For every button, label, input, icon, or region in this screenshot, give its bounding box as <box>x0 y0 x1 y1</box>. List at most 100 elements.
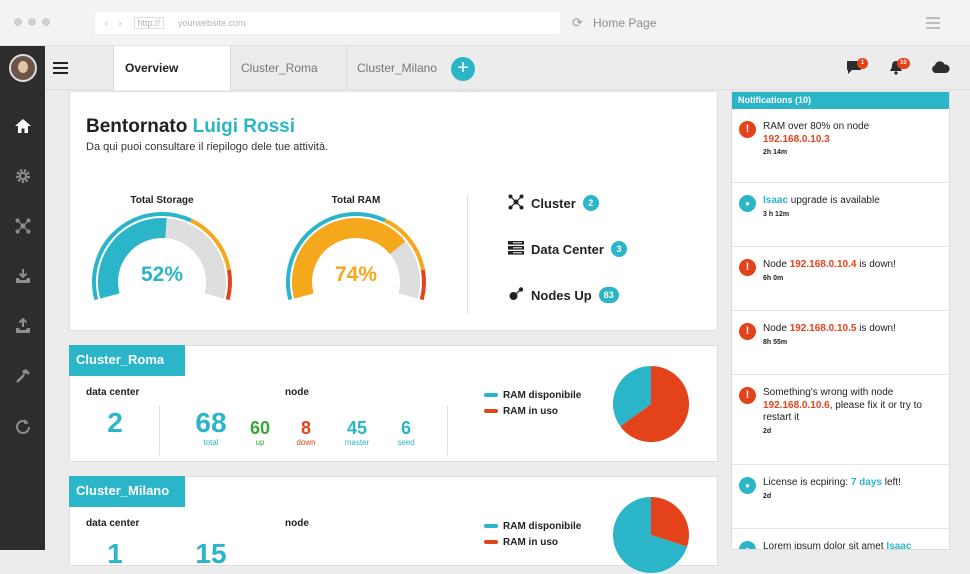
alert-icon: ! <box>739 323 756 340</box>
avatar[interactable] <box>9 54 37 82</box>
notifications-panel: Notifications (10) ! RAM over 80% on node… <box>731 91 950 550</box>
stat-cluster[interactable]: Cluster 2 <box>508 193 599 213</box>
stat-nodes-up[interactable]: Nodes Up 83 <box>508 285 619 305</box>
notification-text: Isaac upgrade is available 3 h 12m <box>763 195 943 221</box>
reload-icon[interactable]: ⟳ <box>572 15 583 31</box>
browser-menu-icon[interactable] <box>926 17 940 32</box>
ram-legend: RAM disponibile RAM in uso <box>484 387 581 419</box>
notification-item[interactable]: ● License is ecpiring: 7 days left! 2d <box>732 465 949 529</box>
sidebar <box>0 46 45 550</box>
notification-time: 2d <box>763 492 772 500</box>
node-label: node <box>285 387 309 398</box>
ram-gauge-label: Total RAM <box>331 195 381 206</box>
notification-highlight: Isaac <box>763 195 789 206</box>
notification-item[interactable]: ! Node 192.168.0.10.5 is down! 8h 55m <box>732 311 949 375</box>
messages-badge: 1 <box>857 58 868 69</box>
alert-icon: ! <box>739 259 756 276</box>
node-master-label: master <box>344 438 370 447</box>
stat-data-center[interactable]: Data Center 3 <box>508 239 627 259</box>
notification-text-part: is down! <box>856 259 896 270</box>
alert-icon: ! <box>739 121 756 138</box>
notification-highlight: Isaac <box>886 541 912 550</box>
overview-card: Bentornato Luigi Rossi Da qui puoi consu… <box>69 91 718 331</box>
notification-time: 2d <box>763 427 772 435</box>
stat-nodes-up-count: 83 <box>598 287 619 303</box>
node-total-value: 15 <box>195 538 227 569</box>
ram-pie-chart <box>612 366 689 442</box>
address-bar[interactable]: ‹ › http:// yourwebsite.com <box>95 12 560 34</box>
download-icon[interactable] <box>0 268 45 289</box>
node-total-label: total <box>203 438 219 447</box>
notification-text: Something's wrong with node 192.168.0.10… <box>763 387 943 438</box>
notification-text-part: Node <box>763 259 790 270</box>
legend-ram-used: RAM in uso <box>484 534 581 550</box>
divider <box>467 194 468 314</box>
node-down-value: 8 <box>300 418 311 438</box>
upload-icon[interactable] <box>0 317 45 339</box>
legend-ram-used: RAM in uso <box>484 403 581 419</box>
storage-gauge-label: Total Storage <box>130 195 194 206</box>
cluster-roma-title[interactable]: Cluster_Roma <box>69 345 185 376</box>
notification-text-part: is down! <box>856 323 896 334</box>
browser-bar: ‹ › http:// yourwebsite.com ⟳ Home Page <box>0 0 970 46</box>
stat-nodes-up-label: Nodes Up <box>531 287 592 303</box>
alert-icon: ! <box>739 387 756 404</box>
gear-icon[interactable] <box>0 168 45 189</box>
notification-text: License is ecpiring: 7 days left! 2d <box>763 477 943 503</box>
ram-legend: RAM disponibile RAM in uso <box>484 518 581 550</box>
stat-cluster-label: Cluster <box>531 195 576 211</box>
user-name[interactable]: Luigi Rossi <box>193 116 295 137</box>
notification-text: Lorem ipsum dolor sit amet Isaac <box>763 541 943 550</box>
tab-overview[interactable]: Overview <box>113 46 230 90</box>
hammer-icon[interactable] <box>0 368 45 389</box>
welcome-heading: Bentornato Luigi Rossi <box>86 116 295 138</box>
ram-gauge-value: 74% <box>334 263 378 286</box>
alerts-badge: 10 <box>897 58 910 69</box>
add-tab-button[interactable]: + <box>451 57 475 81</box>
notification-time: 3 h 12m <box>763 210 790 218</box>
refresh-icon[interactable] <box>0 418 45 439</box>
notification-text-part: License is ecpiring: <box>763 477 851 488</box>
data-center-label: data center <box>86 387 140 398</box>
notification-text-part: RAM over 80% on node <box>763 121 870 132</box>
stat-data-center-label: Data Center <box>531 241 604 257</box>
bell-icon: ● <box>739 477 756 494</box>
notification-highlight: 7 days <box>850 477 882 488</box>
node-down: 8 down <box>290 419 322 447</box>
notification-item[interactable]: ! Node 192.168.0.10.4 is down! 6h 0m <box>732 247 949 311</box>
tab-cluster-roma[interactable]: Cluster_Roma <box>230 46 346 90</box>
stat-data-center-count: 3 <box>610 241 627 257</box>
node-master: 45 master <box>338 419 376 447</box>
welcome-subtitle: Da qui puoi consultare il riepilogo dele… <box>86 141 329 153</box>
node-master-value: 45 <box>346 418 368 438</box>
notification-highlight: 192.168.0.10.5 <box>789 323 857 334</box>
ram-pie-chart <box>612 497 689 573</box>
notification-item[interactable]: ● Lorem ipsum dolor sit amet Isaac <box>732 529 949 550</box>
nav-arrows-icon[interactable]: ‹ › <box>105 18 126 28</box>
notification-item[interactable]: ! RAM over 80% on node 192.168.0.10.3 2h 14… <box>732 109 949 183</box>
server-icon <box>508 240 526 258</box>
notification-text-part: Node <box>763 323 790 334</box>
cloud-icon[interactable] <box>931 61 950 78</box>
cluster-milano-title[interactable]: Cluster_Milano <box>69 476 185 507</box>
divider <box>159 405 160 455</box>
ram-gauge: Total RAM 74% <box>281 195 431 320</box>
cluster-icon[interactable] <box>0 218 45 239</box>
notification-item[interactable]: ! Something's wrong with node 192.168.0.1… <box>732 375 949 465</box>
bell-icon: ● <box>739 195 756 212</box>
notification-time: 8h 55m <box>763 338 788 346</box>
menu-toggle-icon[interactable] <box>53 62 68 77</box>
window-controls <box>14 18 50 26</box>
notification-highlight: 192.168.0.10.4 <box>789 259 857 270</box>
cluster-milano-card: Cluster_Milano data center node 1 15 RAM… <box>69 476 718 573</box>
tab-cluster-milano[interactable]: Cluster_Milano <box>346 46 443 90</box>
notification-highlight: 192.168.0.10.6 <box>763 399 830 411</box>
node-seed-label: seed <box>397 438 415 447</box>
notification-item[interactable]: ● Isaac upgrade is available 3 h 12m <box>732 183 949 247</box>
home-icon[interactable] <box>0 118 45 139</box>
url-text[interactable]: yourwebsite.com <box>178 18 246 28</box>
node-total-value: 68 <box>195 407 227 438</box>
node-total: 68 total <box>188 407 234 448</box>
notification-text-part: left! <box>881 477 901 488</box>
notification-text: Node 192.168.0.10.4 is down! 6h 0m <box>763 259 943 285</box>
